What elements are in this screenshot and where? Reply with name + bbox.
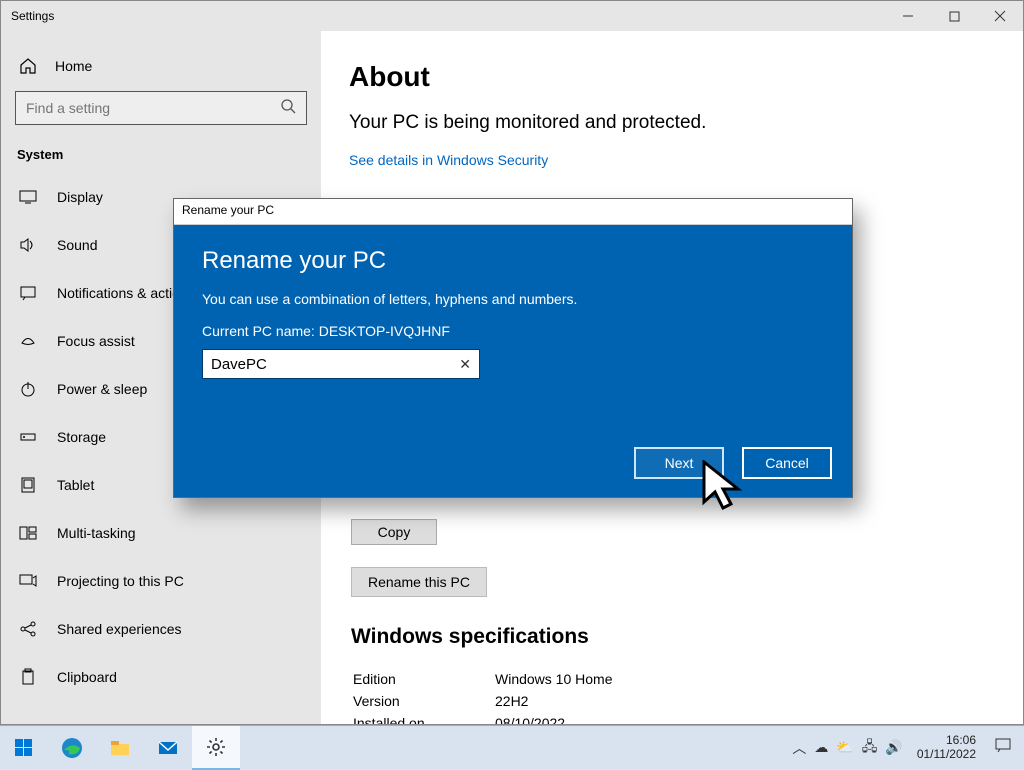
action-center-button[interactable] <box>990 736 1016 759</box>
tray-weather-icon[interactable]: ⛅ <box>836 739 853 756</box>
windows-specs-heading: Windows specifications <box>351 625 589 649</box>
projecting-icon <box>19 572 37 590</box>
home-label: Home <box>55 58 92 74</box>
tablet-icon <box>19 476 37 494</box>
focus-assist-icon <box>19 332 37 350</box>
nav-label: Projecting to this PC <box>57 573 184 589</box>
sound-icon <box>19 236 37 254</box>
taskbar-file-explorer[interactable] <box>96 726 144 770</box>
window-controls <box>885 1 1023 31</box>
multitasking-icon <box>19 524 37 542</box>
window-title: Settings <box>11 9 54 23</box>
tray-volume-icon[interactable]: 🔊 <box>885 739 902 756</box>
sidebar-item-clipboard[interactable]: Clipboard <box>15 658 307 696</box>
clipboard-icon <box>19 668 37 686</box>
start-button[interactable] <box>0 726 48 770</box>
storage-icon <box>19 428 37 446</box>
current-pc-name-label: Current PC name: DESKTOP-IVQJHNF <box>202 323 824 339</box>
dialog-titlebar: Rename your PC <box>174 199 852 225</box>
sidebar-section-title: System <box>15 147 307 162</box>
sidebar-item-projecting[interactable]: Projecting to this PC <box>15 562 307 600</box>
nav-label: Clipboard <box>57 669 117 685</box>
security-link[interactable]: See details in Windows Security <box>349 152 548 168</box>
nav-label: Display <box>57 189 103 205</box>
windows-specs-table: EditionWindows 10 Home Version22H2 Insta… <box>351 667 615 724</box>
table-row: Installed on08/10/2022 <box>353 713 613 724</box>
taskbar-settings[interactable] <box>192 726 240 770</box>
nav-label: Shared experiences <box>57 621 182 637</box>
protection-status: Your PC is being monitored and protected… <box>349 111 995 136</box>
display-icon <box>19 188 37 206</box>
shared-icon <box>19 620 37 638</box>
tray-chevron-icon[interactable]: ︿ <box>792 738 806 758</box>
taskbar-edge[interactable] <box>48 726 96 770</box>
dialog-help-text: You can use a combination of letters, hy… <box>202 291 824 307</box>
nav-label: Multi-tasking <box>57 525 136 541</box>
close-button[interactable] <box>977 1 1023 31</box>
table-row: EditionWindows 10 Home <box>353 669 613 689</box>
clock-time: 16:06 <box>917 734 976 747</box>
home-icon <box>19 57 37 75</box>
page-title: About <box>349 61 995 93</box>
tray-network-icon[interactable]: 🖧 <box>862 736 878 760</box>
taskbar-clock[interactable]: 16:06 01/11/2022 <box>917 734 976 760</box>
search-input[interactable] <box>26 100 266 116</box>
cancel-button[interactable]: Cancel <box>742 447 832 479</box>
dialog-heading: Rename your PC <box>202 247 824 275</box>
minimize-button[interactable] <box>885 1 931 31</box>
taskbar-mail[interactable] <box>144 726 192 770</box>
taskbar: ︿ ☁ ⛅ 🖧 🔊 16:06 01/11/2022 <box>0 725 1024 769</box>
pc-name-field[interactable]: ✕ <box>202 349 480 379</box>
tray-onedrive-icon[interactable]: ☁ <box>814 739 828 756</box>
titlebar: Settings <box>1 1 1023 31</box>
system-tray[interactable]: ︿ ☁ ⛅ 🖧 🔊 <box>792 736 903 760</box>
nav-label: Storage <box>57 429 106 445</box>
table-row: Version22H2 <box>353 691 613 711</box>
clear-input-icon[interactable]: ✕ <box>459 356 471 373</box>
mouse-cursor <box>702 460 752 515</box>
rename-pc-dialog: Rename your PC Rename your PC You can us… <box>173 198 853 498</box>
maximize-button[interactable] <box>931 1 977 31</box>
nav-label: Power & sleep <box>57 381 147 397</box>
clock-date: 01/11/2022 <box>917 748 976 761</box>
sidebar-item-shared-experiences[interactable]: Shared experiences <box>15 610 307 648</box>
search-box[interactable] <box>15 91 307 125</box>
power-icon <box>19 380 37 398</box>
pc-name-input[interactable] <box>211 356 441 373</box>
nav-label: Tablet <box>57 477 94 493</box>
search-icon <box>280 98 296 119</box>
nav-label: Focus assist <box>57 333 135 349</box>
rename-pc-button[interactable]: Rename this PC <box>351 567 487 597</box>
sidebar-item-home[interactable]: Home <box>15 51 307 91</box>
copy-button[interactable]: Copy <box>351 519 437 545</box>
nav-label: Sound <box>57 237 97 253</box>
notifications-icon <box>19 284 37 302</box>
sidebar-item-multitasking[interactable]: Multi-tasking <box>15 514 307 552</box>
